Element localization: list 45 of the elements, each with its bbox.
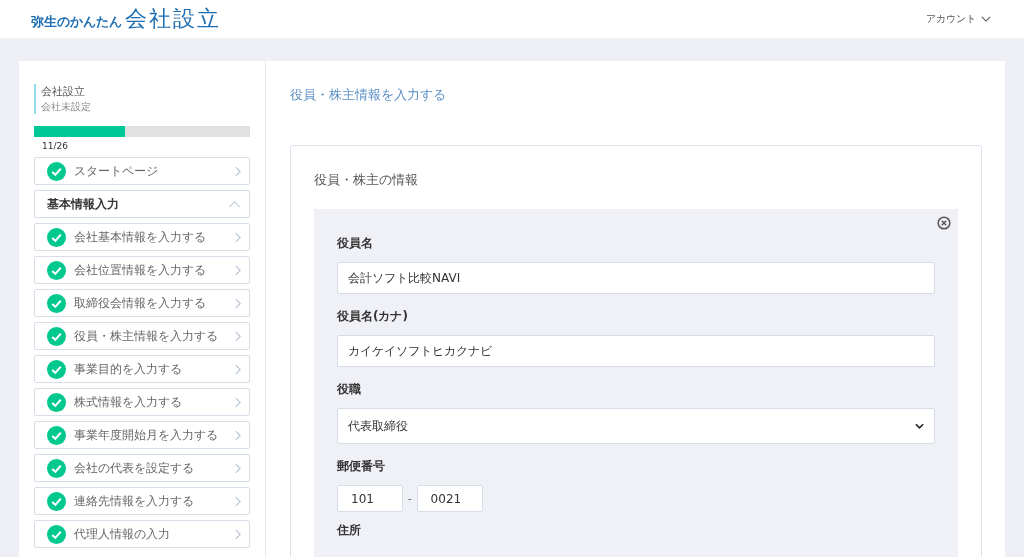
step-item[interactable]: 連絡先情報を入力する (34, 487, 250, 515)
step-item[interactable]: 代理人情報の入力 (34, 520, 250, 548)
section-header[interactable]: 基本情報入力 (34, 190, 250, 218)
panel-title: 役員・株主の情報 (314, 171, 419, 189)
logo-title: 会社設立 (125, 5, 221, 33)
caret-icon (981, 16, 991, 22)
step-item[interactable]: 会社基本情報を入力する (34, 223, 250, 251)
chevron-right-icon (235, 363, 241, 375)
field-label: 役員名 (337, 235, 374, 252)
field-label: 役員名(カナ) (337, 308, 409, 325)
field-label: 郵便番号 (337, 458, 386, 475)
step-item[interactable]: 株式情報を入力する (34, 388, 250, 416)
field-label: 役職 (337, 381, 362, 398)
step-item[interactable]: 取締役会情報を入力する (34, 289, 250, 317)
chevron-right-icon (235, 165, 241, 177)
chevron-right-icon (235, 495, 241, 507)
step-item[interactable]: スタートページ (34, 157, 250, 185)
company-name: 会社設立 (41, 84, 86, 99)
account-menu[interactable]: アカウント (926, 12, 991, 26)
input-field[interactable]: カイケイソフトヒカクナビ (337, 335, 935, 367)
chevron-right-icon (235, 231, 241, 243)
step-item[interactable]: 事業年度開始月を入力する (34, 421, 250, 449)
chevron-right-icon (235, 330, 241, 342)
chevron-right-icon (235, 264, 241, 276)
chevron-right-icon (235, 528, 241, 540)
step-item[interactable]: 会社の代表を設定する (34, 454, 250, 482)
close-icon (937, 216, 951, 230)
step-item[interactable]: 会社位置情報を入力する (34, 256, 250, 284)
field-label: 住所 (337, 522, 362, 539)
company-status: 会社未設定 (41, 100, 92, 114)
chevron-right-icon (235, 396, 241, 408)
separator-text: - (408, 493, 412, 504)
chevron-right-icon (235, 429, 241, 441)
progress-count: 11/26 (41, 140, 69, 153)
select-field[interactable]: 代表取締役 (337, 408, 935, 444)
chevron-right-icon (235, 462, 241, 474)
step-item[interactable]: 事業目的を入力する (34, 355, 250, 383)
caret-icon (915, 423, 924, 429)
input-field[interactable]: 101 (337, 485, 403, 512)
input-field[interactable]: 0021 (416, 485, 483, 512)
step-item[interactable]: 役員・株主情報を入力する (34, 322, 250, 350)
chevron-right-icon (235, 297, 241, 309)
logo-text: 弥生のかんたん (31, 13, 122, 31)
page-title: 役員・株主情報を入力する (290, 86, 447, 104)
input-field[interactable]: 会計ソフト比較NAVI (337, 262, 935, 294)
